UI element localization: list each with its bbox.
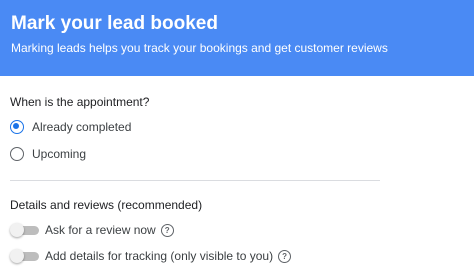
dialog-title: Mark your lead booked xyxy=(11,13,218,34)
dialog-header: Mark your lead booked Marking leads help… xyxy=(0,0,474,76)
toggle-label: Ask for a review now xyxy=(45,223,156,237)
radio-button-checked[interactable] xyxy=(10,120,24,134)
details-heading: Details and reviews (recommended) xyxy=(10,198,203,212)
radio-already-completed[interactable]: Already completed xyxy=(10,118,131,136)
dialog-subtitle: Marking leads helps you track your booki… xyxy=(11,41,388,55)
appointment-question: When is the appointment? xyxy=(10,95,150,109)
radio-button-unchecked[interactable] xyxy=(10,147,24,161)
toggle-row-ask-review: Ask for a review now ? xyxy=(10,221,174,239)
toggle-row-add-details: Add details for tracking (only visible t… xyxy=(10,247,292,265)
toggle-knob xyxy=(10,249,24,263)
section-divider xyxy=(10,180,380,181)
toggle-label: Add details for tracking (only visible t… xyxy=(45,249,274,263)
radio-label: Already completed xyxy=(32,120,132,134)
toggle-knob xyxy=(10,223,24,237)
help-icon[interactable]: ? xyxy=(278,249,292,263)
help-icon[interactable]: ? xyxy=(160,223,174,237)
add-details-toggle[interactable] xyxy=(10,249,40,263)
radio-label: Upcoming xyxy=(32,147,87,161)
ask-review-toggle[interactable] xyxy=(10,223,40,237)
radio-upcoming[interactable]: Upcoming xyxy=(10,145,86,163)
